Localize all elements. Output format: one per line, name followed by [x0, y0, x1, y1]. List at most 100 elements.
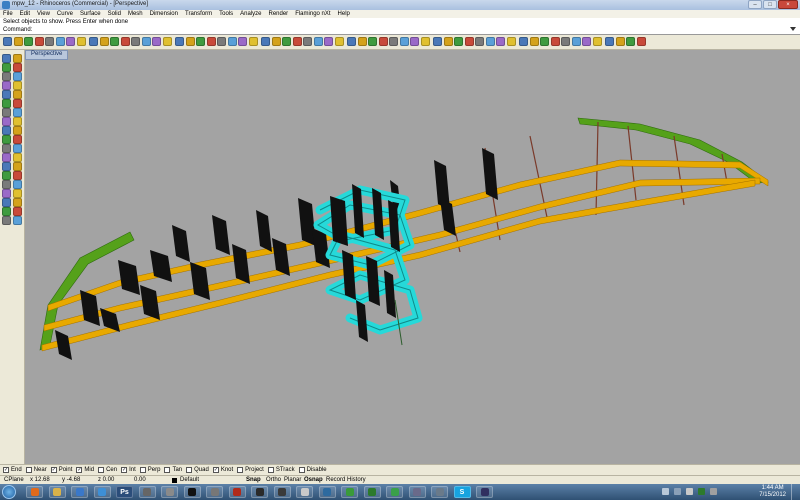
- palette-tool-icon[interactable]: [2, 216, 11, 225]
- osnap-perp[interactable]: Perp: [139, 466, 160, 473]
- menu-transform[interactable]: Transform: [185, 10, 212, 18]
- osnap-point[interactable]: ✓ Point: [50, 466, 72, 473]
- app-21-taskbar-button[interactable]: [476, 486, 493, 498]
- menu-help[interactable]: Help: [338, 10, 350, 18]
- palette-tool-icon[interactable]: [2, 90, 11, 99]
- toolbar-tool-icon[interactable]: [550, 37, 560, 46]
- toolbar-tool-icon[interactable]: [582, 37, 591, 46]
- viewport-tab-perspective[interactable]: Perspective: [25, 50, 69, 60]
- palette-tool-icon[interactable]: [2, 81, 11, 90]
- toolbar-tool-icon[interactable]: [271, 37, 281, 46]
- toolbar-tool-icon[interactable]: [55, 37, 65, 46]
- tray-volume-icon[interactable]: [686, 488, 693, 495]
- toolbar-tool-icon[interactable]: [605, 37, 614, 46]
- app-19-taskbar-button[interactable]: [431, 486, 448, 498]
- explorer-taskbar-button[interactable]: [48, 486, 66, 498]
- palette-tool-icon[interactable]: [13, 126, 22, 135]
- toolbar-tool-icon[interactable]: [141, 37, 151, 46]
- osnap-checkbox[interactable]: [186, 466, 193, 473]
- menu-render[interactable]: Render: [269, 10, 289, 18]
- palette-tool-icon[interactable]: [2, 135, 11, 144]
- menu-solid[interactable]: Solid: [108, 10, 121, 18]
- palette-tool-icon[interactable]: [13, 81, 22, 90]
- toolbar-tool-icon[interactable]: [152, 37, 161, 46]
- toolbar-tool-icon[interactable]: [378, 37, 388, 46]
- show-desktop-button[interactable]: [791, 484, 800, 500]
- osnap-quad[interactable]: Quad: [186, 466, 209, 473]
- minimize-button[interactable]: –: [748, 0, 762, 9]
- palette-tool-icon[interactable]: [13, 99, 22, 108]
- osnap-checkbox[interactable]: [25, 466, 32, 473]
- osnap-checkbox[interactable]: [139, 466, 146, 473]
- palette-tool-icon[interactable]: [2, 144, 11, 153]
- toolbar-tool-icon[interactable]: [24, 37, 33, 46]
- osnap-end[interactable]: ✓ End: [3, 466, 22, 473]
- palette-tool-icon[interactable]: [13, 162, 22, 171]
- toolbar-tool-icon[interactable]: [34, 37, 44, 46]
- toolbar-tool-icon[interactable]: [410, 37, 419, 46]
- palette-tool-icon[interactable]: [13, 189, 22, 198]
- osnap-checkbox[interactable]: ✓: [76, 466, 83, 473]
- osnap-checkbox[interactable]: [98, 466, 105, 473]
- osnap-mid[interactable]: ✓ Mid: [76, 466, 94, 473]
- osnap-checkbox[interactable]: [164, 466, 171, 473]
- palette-tool-icon[interactable]: [2, 162, 11, 171]
- palette-tool-icon[interactable]: [2, 207, 11, 216]
- palette-tool-icon[interactable]: [13, 180, 22, 189]
- toolbar-tool-icon[interactable]: [162, 37, 172, 46]
- toolbar-tool-icon[interactable]: [89, 37, 98, 46]
- app-13-taskbar-button[interactable]: [296, 486, 313, 498]
- toolbar-tool-icon[interactable]: [238, 37, 247, 46]
- toolbar-tool-icon[interactable]: [110, 37, 119, 46]
- toolbar-tool-icon[interactable]: [66, 37, 75, 46]
- palette-tool-icon[interactable]: [2, 126, 11, 135]
- firefox-taskbar-button[interactable]: [26, 486, 43, 498]
- toolbar-tool-icon[interactable]: [324, 37, 333, 46]
- app-9-taskbar-button[interactable]: [206, 486, 223, 498]
- toolbar-tool-icon[interactable]: [454, 37, 463, 46]
- palette-tool-icon[interactable]: [13, 216, 22, 225]
- skype-taskbar-button[interactable]: S: [453, 486, 471, 498]
- toolbar-tool-icon[interactable]: [496, 37, 505, 46]
- menu-edit[interactable]: Edit: [20, 10, 30, 18]
- osnap-strack[interactable]: STrack: [267, 466, 295, 473]
- menu-file[interactable]: File: [3, 10, 13, 18]
- palette-tool-icon[interactable]: [13, 207, 22, 216]
- sketch-taskbar-button[interactable]: [183, 486, 201, 498]
- app-18-taskbar-button[interactable]: [408, 486, 426, 498]
- menu-dimension[interactable]: Dimension: [150, 10, 178, 18]
- toolbar-tool-icon[interactable]: [45, 37, 54, 46]
- toolbar-tool-icon[interactable]: [485, 37, 495, 46]
- toolbar-tool-icon[interactable]: [131, 37, 140, 46]
- toolbar-tool-icon[interactable]: [420, 37, 430, 46]
- taskbar-clock[interactable]: 1:44 AM 7/15/2012: [759, 485, 786, 499]
- menu-view[interactable]: View: [37, 10, 50, 18]
- command-input[interactable]: [32, 26, 772, 34]
- tray-network-icon[interactable]: [674, 488, 681, 495]
- palette-tool-icon[interactable]: [2, 99, 11, 108]
- toolbar-tool-icon[interactable]: [399, 37, 409, 46]
- toolbar-tool-icon[interactable]: [529, 37, 539, 46]
- rhino-app-icon[interactable]: [2, 1, 10, 9]
- palette-tool-icon[interactable]: [2, 198, 11, 207]
- toolbar-tool-icon[interactable]: [433, 37, 442, 46]
- palette-tool-icon[interactable]: [13, 90, 22, 99]
- toolbar-tool-icon[interactable]: [592, 37, 602, 46]
- toolbar-tool-icon[interactable]: [206, 37, 216, 46]
- palette-tool-icon[interactable]: [2, 171, 11, 180]
- palette-tool-icon[interactable]: [2, 180, 11, 189]
- osnap-int[interactable]: ✓ Int: [121, 466, 136, 473]
- toolbar-tool-icon[interactable]: [519, 37, 528, 46]
- app-10-taskbar-button[interactable]: [228, 486, 246, 498]
- osnap-tan[interactable]: Tan: [164, 466, 182, 473]
- palette-tool-icon[interactable]: [13, 108, 22, 117]
- toolbar-tool-icon[interactable]: [196, 37, 205, 46]
- toolbar-tool-icon[interactable]: [389, 37, 398, 46]
- app-7-taskbar-button[interactable]: [161, 486, 178, 498]
- toolbar-tool-icon[interactable]: [3, 37, 12, 46]
- toolbar-tool-icon[interactable]: [227, 37, 237, 46]
- palette-tool-icon[interactable]: [13, 135, 22, 144]
- start-button[interactable]: [2, 485, 16, 499]
- menu-surface[interactable]: Surface: [80, 10, 101, 18]
- toolbar-tool-icon[interactable]: [175, 37, 184, 46]
